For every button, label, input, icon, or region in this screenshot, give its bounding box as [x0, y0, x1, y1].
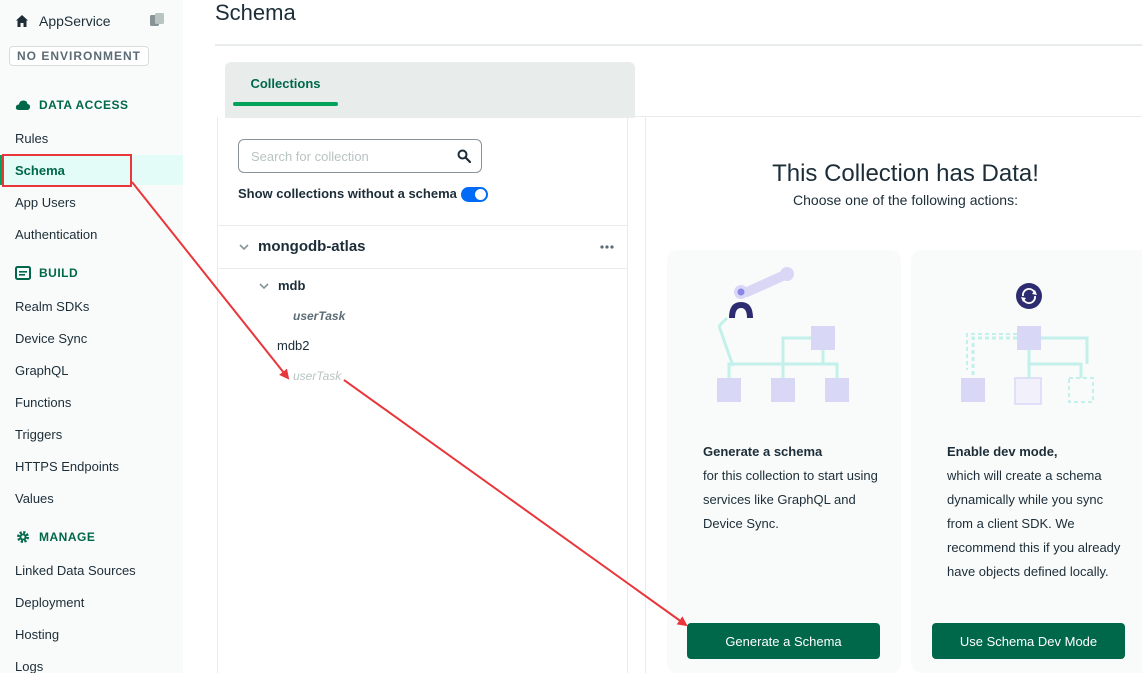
card-body: which will create a schema dynamically w… — [947, 468, 1121, 579]
header-divider — [215, 44, 1142, 46]
sidebar: AppService NO ENVIRONMENT DATA ACCESS Ru… — [0, 0, 183, 673]
sidebar-item-authentication[interactable]: Authentication — [0, 219, 183, 249]
sidebar-item-functions[interactable]: Functions — [0, 387, 183, 417]
card-description: Generate a schema for this collection to… — [703, 440, 883, 536]
sidebar-item-values[interactable]: Values — [0, 483, 183, 513]
database-row-mdb[interactable]: mdb — [258, 278, 305, 293]
search-icon[interactable] — [457, 149, 471, 163]
generate-schema-card: Generate a schema for this collection to… — [667, 250, 901, 673]
sidebar-item-device-sync[interactable]: Device Sync — [0, 323, 183, 353]
chevron-down-icon[interactable] — [258, 280, 270, 292]
card-heading: Generate a schema — [703, 444, 823, 459]
build-icon — [15, 266, 31, 280]
sidebar-item-hosting[interactable]: Hosting — [0, 619, 183, 649]
database-name: mdb — [278, 278, 306, 293]
tab-active-indicator — [233, 102, 338, 106]
panel-subtitle: Choose one of the following actions: — [793, 192, 1018, 208]
sidebar-item-triggers[interactable]: Triggers — [0, 419, 183, 449]
section-data-access: DATA ACCESS — [15, 98, 129, 112]
use-dev-mode-button[interactable]: Use Schema Dev Mode — [932, 623, 1125, 659]
annotation-highlight-box — [2, 154, 132, 187]
section-label: BUILD — [39, 266, 79, 280]
environment-badge[interactable]: NO ENVIRONMENT — [9, 46, 149, 66]
section-label: DATA ACCESS — [39, 98, 129, 112]
section-build: BUILD — [15, 266, 78, 280]
more-options-icon[interactable] — [599, 244, 615, 250]
cloud-icon — [15, 100, 31, 110]
copy-icon[interactable] — [149, 12, 165, 28]
collection-item[interactable]: userTask — [293, 369, 341, 383]
search-placeholder: Search for collection — [251, 148, 369, 164]
section-manage: MANAGE — [15, 530, 95, 544]
gear-icon — [17, 531, 29, 543]
chevron-down-icon[interactable] — [238, 241, 250, 253]
search-input[interactable]: Search for collection — [238, 139, 482, 173]
divider — [218, 225, 627, 226]
sidebar-item-logs[interactable]: Logs — [0, 651, 183, 673]
sidebar-item-app-users[interactable]: App Users — [0, 187, 183, 217]
sidebar-item-realm-sdks[interactable]: Realm SDKs — [0, 291, 183, 321]
collection-item[interactable]: userTask — [293, 309, 345, 323]
cluster-name: mongodb-atlas — [258, 238, 366, 255]
dev-mode-card: Enable dev mode, which will create a sch… — [911, 250, 1142, 673]
dev-mode-illustration — [961, 283, 1094, 405]
panel-title: This Collection has Data! — [772, 160, 1039, 187]
sidebar-item-https-endpoints[interactable]: HTTPS Endpoints — [0, 451, 183, 481]
sidebar-item-deployment[interactable]: Deployment — [0, 587, 183, 617]
sidebar-item-graphql[interactable]: GraphQL — [0, 355, 183, 385]
card-heading: Enable dev mode, — [947, 444, 1058, 459]
card-body: for this collection to start using servi… — [703, 468, 878, 531]
app-name: AppService — [39, 13, 111, 29]
divider — [218, 268, 627, 269]
page-title: Schema — [215, 0, 296, 25]
generate-schema-button[interactable]: Generate a Schema — [687, 623, 880, 659]
app-root: AppService NO ENVIRONMENT DATA ACCESS Ru… — [0, 0, 1142, 673]
sidebar-item-rules[interactable]: Rules — [0, 123, 183, 153]
database-name: mdb2 — [277, 338, 310, 353]
generate-schema-illustration — [717, 267, 849, 402]
app-selector[interactable]: AppService — [15, 11, 165, 31]
sidebar-item-linked-data-sources[interactable]: Linked Data Sources — [0, 555, 183, 585]
card-description: Enable dev mode, which will create a sch… — [947, 440, 1127, 584]
show-collections-label: Show collections without a schema — [238, 186, 457, 201]
section-label: MANAGE — [39, 530, 96, 544]
home-icon — [16, 15, 28, 27]
show-collections-toggle[interactable] — [461, 187, 488, 202]
cluster-row[interactable]: mongodb-atlas — [238, 238, 366, 255]
database-row-mdb2[interactable]: mdb2 — [277, 338, 310, 353]
